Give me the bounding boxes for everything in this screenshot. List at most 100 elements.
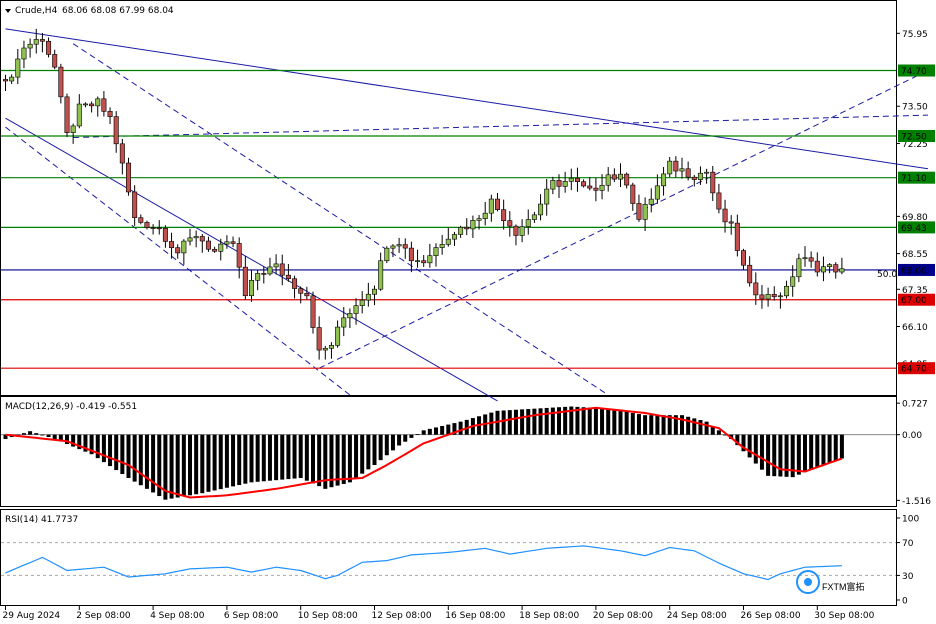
macd-bar-41	[255, 434, 260, 482]
macd-bar-124	[766, 434, 771, 476]
macd-bar-84	[520, 409, 525, 435]
macd-bar-40	[249, 434, 254, 483]
candle-body-120	[740, 250, 746, 266]
candle-body-80	[494, 198, 500, 210]
macd-bar-4	[28, 431, 33, 435]
candle-body-62	[384, 247, 390, 262]
chart-background	[0, 0, 936, 624]
candle-body-104	[642, 204, 648, 220]
macd-bar-43	[267, 434, 272, 481]
candle-body-65	[402, 244, 408, 249]
macd-bar-56	[347, 434, 352, 483]
candle-body-10	[64, 96, 70, 133]
logo-dot-icon	[804, 578, 812, 586]
macd-bar-18	[114, 434, 119, 471]
macd-bar-67	[415, 434, 420, 435]
macd-bar-60	[372, 434, 377, 465]
candle-body-9	[58, 66, 64, 98]
candle-body-45	[279, 263, 285, 276]
macd-bar-122	[753, 434, 758, 464]
macd-bar-17	[108, 434, 113, 467]
candle-body-127	[784, 285, 790, 297]
candle-body-78	[482, 212, 488, 219]
macd-bar-85	[526, 409, 531, 435]
candle-body-82	[507, 220, 513, 227]
macd-bar-3	[21, 433, 26, 435]
candle-body-130	[802, 257, 808, 260]
macd-bar-7	[46, 434, 51, 438]
macd-bar-31	[194, 434, 199, 495]
price-tick-label-66.10: 66.10	[902, 323, 928, 333]
candle-body-4	[27, 43, 33, 49]
candle-body-44	[273, 263, 279, 268]
macd-bar-81	[501, 410, 506, 435]
macd-bar-30	[188, 434, 192, 496]
candle-body-51	[316, 327, 322, 351]
macd-bar-99	[612, 409, 617, 435]
ohlc-readout: 68.06 68.08 67.99 68.04	[62, 6, 174, 16]
macd-bar-65	[403, 434, 408, 442]
level-tag-text-71.10: 71.10	[901, 174, 927, 184]
rsi-tick-label-0: 0	[902, 597, 908, 607]
macd-bar-33	[206, 434, 211, 492]
macd-bar-101	[624, 411, 629, 435]
macd-bar-49	[304, 434, 309, 481]
candle-body-132	[814, 260, 820, 273]
candle-body-68	[421, 260, 427, 264]
candle-body-135	[833, 264, 839, 273]
candle-body-77	[476, 218, 482, 221]
candle-body-23	[144, 222, 150, 228]
candle-body-69	[427, 255, 433, 264]
macd-bar-83	[513, 409, 518, 435]
trading-chart[interactable]: 75.9573.5072.2569.8068.5567.3566.1064.85…	[0, 0, 936, 624]
macd-bar-46	[286, 434, 291, 480]
macd-bar-133	[821, 434, 826, 465]
candle-body-124	[765, 294, 771, 300]
rsi-tick-label-100: 100	[902, 515, 919, 525]
price-tick-label-68.55: 68.55	[902, 250, 928, 260]
candle-body-97	[599, 184, 605, 191]
candle-body-24	[150, 227, 156, 229]
macd-bar-20	[126, 434, 131, 478]
candle-body-7	[46, 40, 52, 55]
macd-tick-label-0.727: 0.727	[902, 400, 928, 410]
macd-bar-102	[630, 413, 635, 435]
macd-bar-86	[532, 408, 537, 435]
macd-bar-95	[587, 407, 592, 435]
candle-body-2	[15, 58, 21, 78]
level-tag-text-67.00: 67.00	[901, 296, 927, 306]
level-tag-text-72.50: 72.50	[901, 133, 927, 143]
candle-body-19	[119, 143, 125, 164]
candle-body-14	[89, 103, 95, 107]
candle-body-103	[636, 203, 642, 220]
candle-body-131	[808, 257, 814, 262]
candle-body-36	[224, 241, 230, 245]
level-tag-text-74.70: 74.70	[901, 67, 927, 77]
macd-bar-121	[747, 434, 752, 458]
macd-bar-59	[366, 434, 371, 470]
candle-body-98	[605, 174, 611, 186]
macd-bar-104	[643, 415, 648, 435]
candle-body-129	[796, 258, 802, 278]
macd-bar-134	[827, 434, 832, 463]
candle-body-55	[341, 317, 347, 328]
macd-bar-82	[507, 410, 512, 435]
candle-body-114	[704, 171, 710, 174]
macd-bar-62	[384, 434, 389, 456]
candle-body-76	[470, 220, 476, 230]
candle-body-70	[433, 247, 439, 257]
candle-body-63	[390, 245, 396, 249]
candle-body-21	[132, 191, 138, 218]
macd-bar-16	[101, 434, 106, 463]
candle-body-18	[113, 116, 119, 145]
level-tag-text-64.70: 64.70	[901, 365, 927, 375]
candle-body-136	[839, 268, 845, 273]
candle-body-100	[617, 173, 623, 180]
watermark-text: FXTM富拓	[822, 581, 865, 592]
candle-body-79	[488, 198, 494, 214]
macd-bar-103	[636, 414, 641, 435]
candle-body-31	[193, 236, 199, 239]
candle-body-15	[95, 98, 101, 107]
candle-body-116	[716, 192, 722, 210]
macd-bar-5	[34, 433, 39, 435]
